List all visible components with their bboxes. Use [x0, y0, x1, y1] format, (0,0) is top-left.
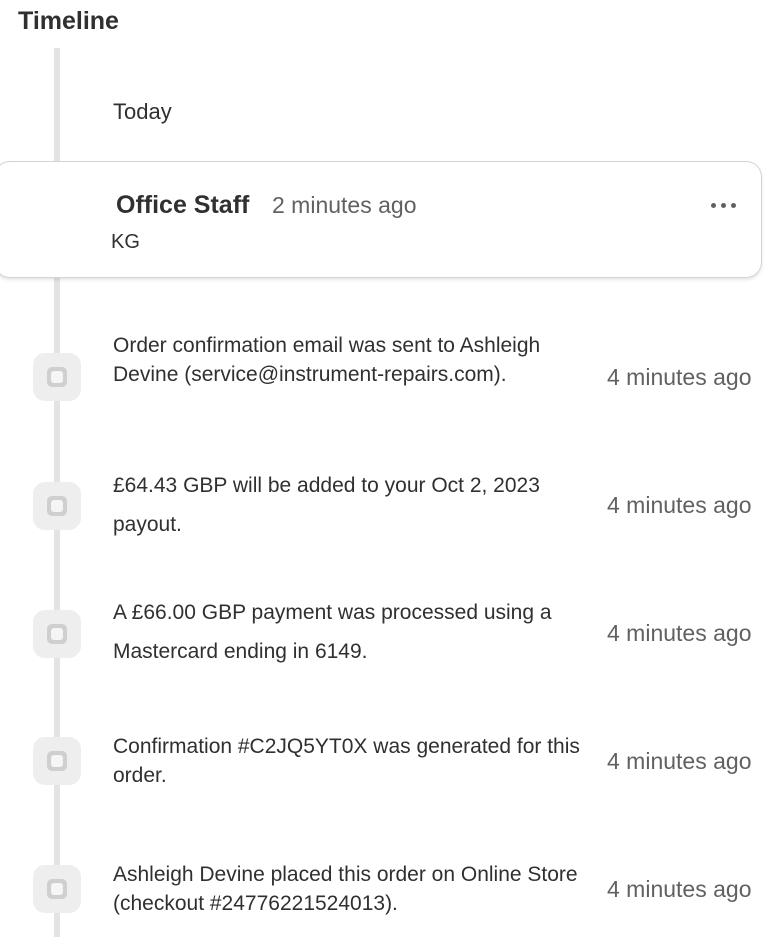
event-marker-icon [33, 865, 81, 913]
timeline-event-text: Ashleigh Devine placed this order on Onl… [113, 863, 578, 915]
ellipsis-horizontal-icon [730, 202, 736, 208]
comment-author: Office Staff [116, 191, 250, 219]
timeline-event-time: 4 minutes ago [607, 620, 752, 646]
timeline-event-text: Order confirmation email was sent to Ash… [113, 334, 541, 386]
timeline-event-time: 4 minutes ago [607, 364, 752, 390]
timeline-event-text: Confirmation #C2JQ5YT0X was generated fo… [113, 735, 580, 787]
timeline-title: Timeline [18, 7, 119, 35]
timeline-date-label: Today [113, 99, 172, 124]
timeline-event-text: A £66.00 GBP payment was processed using… [113, 601, 552, 663]
timeline-event-time: 4 minutes ago [607, 748, 752, 774]
timeline-event-text: £64.43 GBP will be added to your Oct 2, … [113, 474, 540, 536]
timeline-event-time: 4 minutes ago [607, 876, 752, 902]
comment-more-actions-button[interactable] [700, 190, 746, 220]
ellipsis-horizontal-icon [720, 202, 726, 208]
comment-timestamp: 2 minutes ago [272, 192, 417, 218]
event-marker-icon [33, 482, 81, 530]
event-marker-icon [33, 737, 81, 785]
event-marker-icon [33, 610, 81, 658]
timeline-event-time: 4 minutes ago [607, 492, 752, 518]
event-marker-icon [33, 353, 81, 401]
comment-body: KG [111, 231, 140, 253]
ellipsis-horizontal-icon [710, 202, 716, 208]
timeline-page: Timeline Today Office Staff 2 minutes ag… [0, 0, 765, 937]
